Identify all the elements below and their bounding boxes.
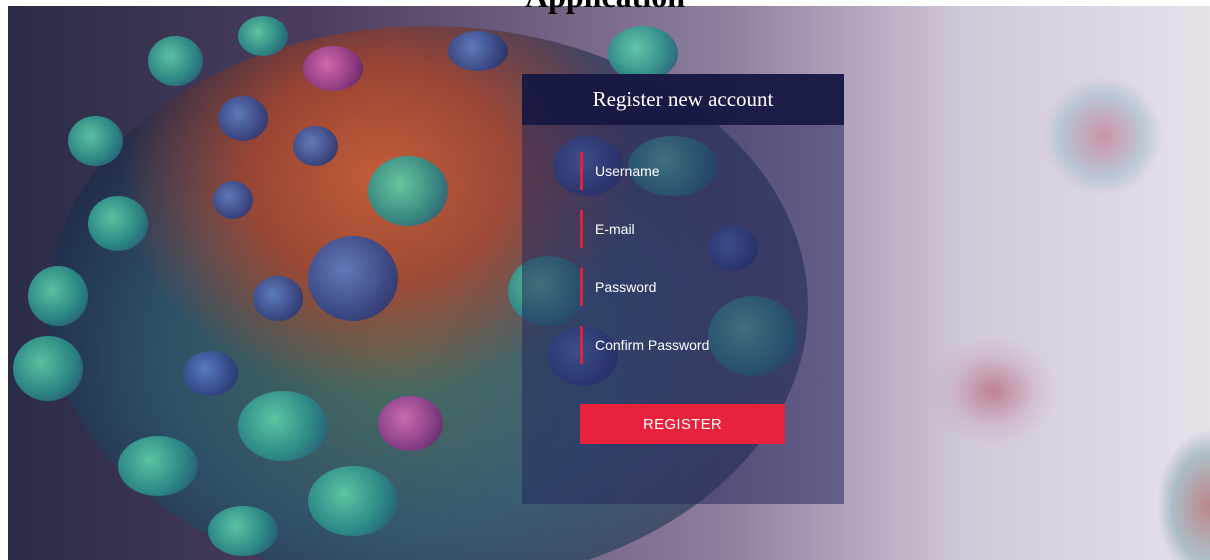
page-heading: Application	[0, 0, 1210, 12]
virus-spike	[118, 436, 198, 496]
virus-spike	[448, 31, 508, 71]
virus-spike	[608, 26, 678, 81]
virus-spike	[378, 396, 443, 451]
confirm-password-input[interactable]	[580, 326, 785, 364]
virus-spike	[238, 391, 328, 461]
virus-spike	[208, 506, 278, 556]
virus-spike	[148, 36, 203, 86]
virus-spike	[293, 126, 338, 166]
virus-spike	[253, 276, 303, 321]
virus-spike	[28, 266, 88, 326]
virus-spike	[88, 196, 148, 251]
email-input[interactable]	[580, 210, 785, 248]
register-form-title: Register new account	[592, 87, 774, 111]
page: Application Register new account	[0, 0, 1210, 560]
virus-spike	[213, 181, 253, 219]
virus-spike	[183, 351, 238, 396]
register-button[interactable]: REGISTER	[580, 404, 785, 444]
virus-spike	[308, 466, 398, 536]
virus-spike	[68, 116, 123, 166]
username-input[interactable]	[580, 152, 785, 190]
virus-spike	[218, 96, 268, 141]
virus-spike	[368, 156, 448, 226]
password-input[interactable]	[580, 268, 785, 306]
virus-spike	[303, 46, 363, 91]
register-form: Register new account REGISTER	[522, 74, 844, 504]
register-form-header: Register new account	[522, 74, 844, 125]
virus-spike	[13, 336, 83, 401]
virus-spike	[308, 236, 398, 321]
virus-spike	[238, 16, 288, 56]
